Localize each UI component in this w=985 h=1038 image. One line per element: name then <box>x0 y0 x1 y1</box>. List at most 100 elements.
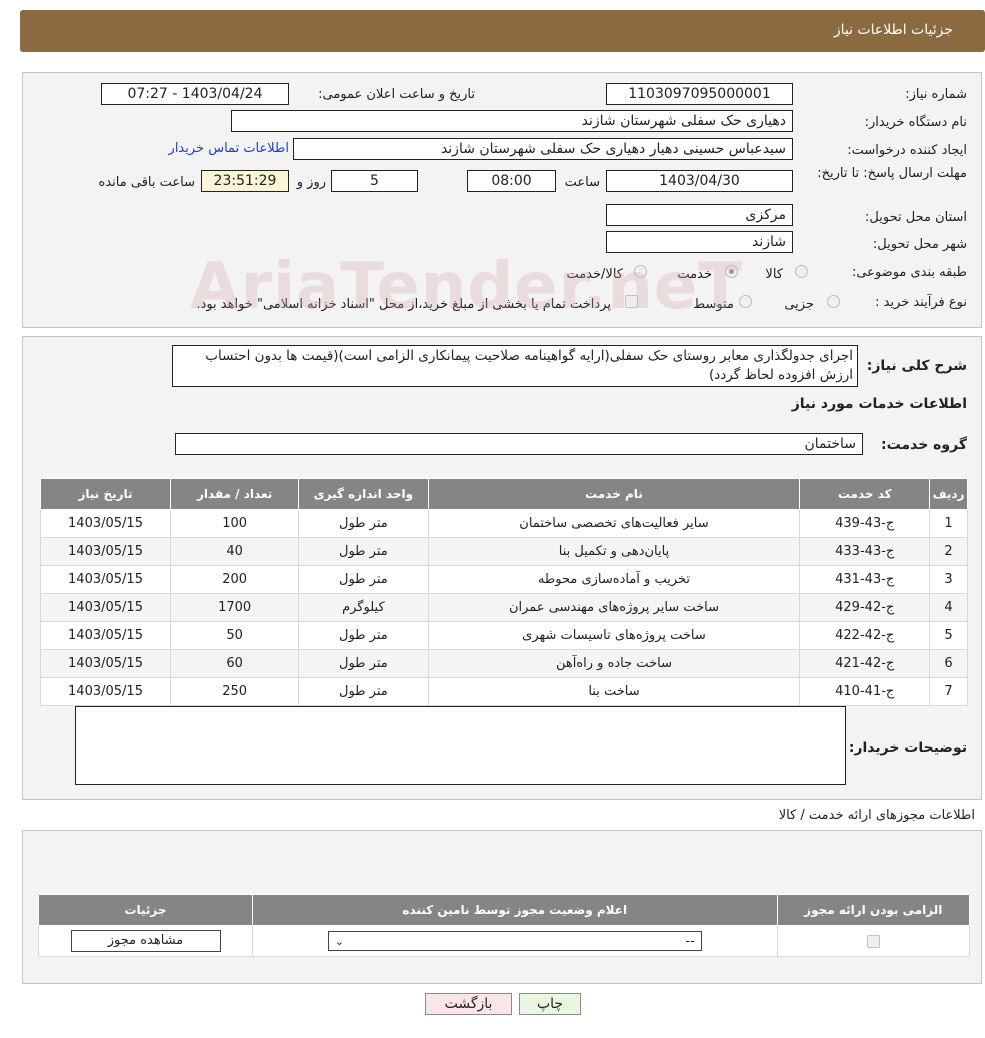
cell-code: ج-42-422 <box>799 621 931 650</box>
col-row: ردیف <box>929 478 968 510</box>
cell-date: 1403/05/15 <box>39 537 172 566</box>
cell-unit: متر طول <box>298 565 429 594</box>
process-minor-label: جزیی <box>784 297 814 312</box>
page-title: جزئیات اطلاعات نیاز <box>833 22 953 38</box>
view-license-button[interactable]: مشاهده مجوز <box>70 930 221 952</box>
cell-date: 1403/05/15 <box>39 565 172 594</box>
announce-label: تاریخ و ساعت اعلان عمومی: <box>318 87 475 102</box>
buyer-notes-textarea[interactable] <box>75 706 846 785</box>
cell-date: 1403/05/15 <box>39 621 172 650</box>
cell-row: 2 <box>929 537 968 566</box>
license-status-select[interactable]: ⌄ -- <box>327 931 702 951</box>
category-goods-label: کالا <box>765 267 783 282</box>
buyer-contact-link[interactable]: اطلاعات تماس خریدار <box>169 141 289 156</box>
col-qty: تعداد / مقدار <box>170 478 300 510</box>
cell-code: ج-42-429 <box>799 593 931 622</box>
cell-name: پایان‌دهی و تکمیل بنا <box>427 537 801 566</box>
days-label: روز و <box>296 175 326 190</box>
cell-qty: 50 <box>170 621 300 650</box>
need-number-label: شماره نیاز: <box>905 87 967 102</box>
back-button[interactable]: بازگشت <box>425 993 512 1015</box>
cell-qty: 200 <box>170 565 300 594</box>
services-table: ردیف کد خدمت نام خدمت واحد اندازه گیری ت… <box>39 478 968 706</box>
table-row: 3 ج-43-431 تخریب و آماده‌سازی محوطه متر … <box>39 565 968 594</box>
cell-details: مشاهده مجوز <box>38 925 253 957</box>
need-number-field: 1103097095000001 <box>606 83 793 105</box>
description-textarea[interactable]: اجرای جدولگذاری معابر روستای حک سفلی(ارا… <box>172 345 858 387</box>
chevron-down-icon: ⌄ <box>334 934 344 948</box>
cell-row: 5 <box>929 621 968 650</box>
service-group-label: گروه خدمت: <box>881 437 967 453</box>
deadline-time-label: ساعت <box>564 175 600 190</box>
table-row: 6 ج-42-421 ساخت جاده و راه‌آهن متر طول 6… <box>39 649 968 678</box>
description-label: شرح کلی نیاز: <box>866 358 967 374</box>
cell-row: 6 <box>929 649 968 678</box>
cell-date: 1403/05/15 <box>39 509 172 538</box>
cell-status: ⌄ -- <box>252 925 778 957</box>
licenses-title: اطلاعات مجوزهای ارائه خدمت / کالا <box>778 808 975 823</box>
print-button[interactable]: چاپ <box>519 993 581 1015</box>
cell-qty: 40 <box>170 537 300 566</box>
category-label: طبقه بندی موضوعی: <box>851 265 967 280</box>
cell-unit: متر طول <box>298 649 429 678</box>
col-name: نام خدمت <box>427 478 801 510</box>
licenses-table: الزامی بودن ارائه مجوز اعلام وضعیت مجوز … <box>38 894 971 957</box>
cell-name: سایر فعالیت‌های تخصصی ساختمان <box>427 509 801 538</box>
col-unit: واحد اندازه گیری <box>298 478 429 510</box>
creator-field: سیدعباس حسینی دهیار دهیاری حک سفلی شهرست… <box>293 138 793 160</box>
license-row: ⌄ -- مشاهده مجوز <box>38 925 971 957</box>
cell-date: 1403/05/15 <box>39 649 172 678</box>
col-date: تاریخ نیاز <box>39 478 172 510</box>
city-label: شهر محل تحویل: <box>872 237 967 252</box>
cell-name: ساخت جاده و راه‌آهن <box>427 649 801 678</box>
province-field: مرکزی <box>606 204 793 226</box>
licenses-table-header: الزامی بودن ارائه مجوز اعلام وضعیت مجوز … <box>38 894 971 926</box>
days-field: 5 <box>331 170 418 192</box>
cell-name: تخریب و آماده‌سازی محوطه <box>427 565 801 594</box>
remaining-label: ساعت باقی مانده <box>98 175 195 190</box>
cell-code: ج-43-433 <box>799 537 931 566</box>
table-row: 7 ج-41-410 ساخت بنا متر طول 250 1403/05/… <box>39 677 968 706</box>
cell-unit: متر طول <box>298 621 429 650</box>
cell-name: ساخت پروژه‌های تاسیسات شهری <box>427 621 801 650</box>
process-minor-radio[interactable] <box>827 295 840 308</box>
cell-row: 1 <box>929 509 968 538</box>
cell-unit: متر طول <box>298 537 429 566</box>
cell-qty: 250 <box>170 677 300 706</box>
cell-name: ساخت سایر پروژه‌های مهندسی عمران <box>427 593 801 622</box>
cell-qty: 100 <box>170 509 300 538</box>
deadline-date-field: 1403/04/30 <box>606 170 793 192</box>
cell-name: ساخت بنا <box>427 677 801 706</box>
service-group-field: ساختمان <box>175 433 863 455</box>
table-row: 1 ج-43-439 سایر فعالیت‌های تخصصی ساختمان… <box>39 509 968 538</box>
cell-qty: 60 <box>170 649 300 678</box>
col-required: الزامی بودن ارائه مجوز <box>776 894 971 926</box>
remaining-time-field: 23:51:29 <box>201 170 289 192</box>
col-details: جزئیات <box>38 894 253 926</box>
cell-date: 1403/05/15 <box>39 677 172 706</box>
cell-date: 1403/05/15 <box>39 593 172 622</box>
cell-code: ج-43-431 <box>799 565 931 594</box>
watermark-logo: AriaTender.neT <box>190 250 743 324</box>
cell-qty: 1700 <box>170 593 300 622</box>
creator-label: ایجاد کننده درخواست: <box>847 143 967 158</box>
cell-row: 3 <box>929 565 968 594</box>
license-status-value: -- <box>685 933 695 949</box>
col-status: اعلام وضعیت مجوز توسط نامین کننده <box>252 894 778 926</box>
announce-field: 1403/04/24 - 07:27 <box>101 83 289 105</box>
buyer-notes-label: توضیحات خریدار: <box>848 740 967 756</box>
table-row: 4 ج-42-429 ساخت سایر پروژه‌های مهندسی عم… <box>39 593 968 622</box>
services-section-title: اطلاعات خدمات مورد نیاز <box>791 396 967 412</box>
services-table-header: ردیف کد خدمت نام خدمت واحد اندازه گیری ت… <box>39 478 968 510</box>
buyer-org-label: نام دستگاه خریدار: <box>864 115 967 130</box>
category-goods-radio[interactable] <box>795 265 808 278</box>
page-header: جزئیات اطلاعات نیاز <box>20 10 985 52</box>
cell-row: 4 <box>929 593 968 622</box>
col-code: کد خدمت <box>799 478 931 510</box>
cell-code: ج-43-439 <box>799 509 931 538</box>
process-label: نوع فرآیند خرید : <box>875 295 967 310</box>
province-label: استان محل تحویل: <box>865 210 967 225</box>
cell-code: ج-42-421 <box>799 649 931 678</box>
table-row: 5 ج-42-422 ساخت پروژه‌های تاسیسات شهری م… <box>39 621 968 650</box>
buyer-org-field: دهیاری حک سفلی شهرستان شازند <box>231 110 793 132</box>
